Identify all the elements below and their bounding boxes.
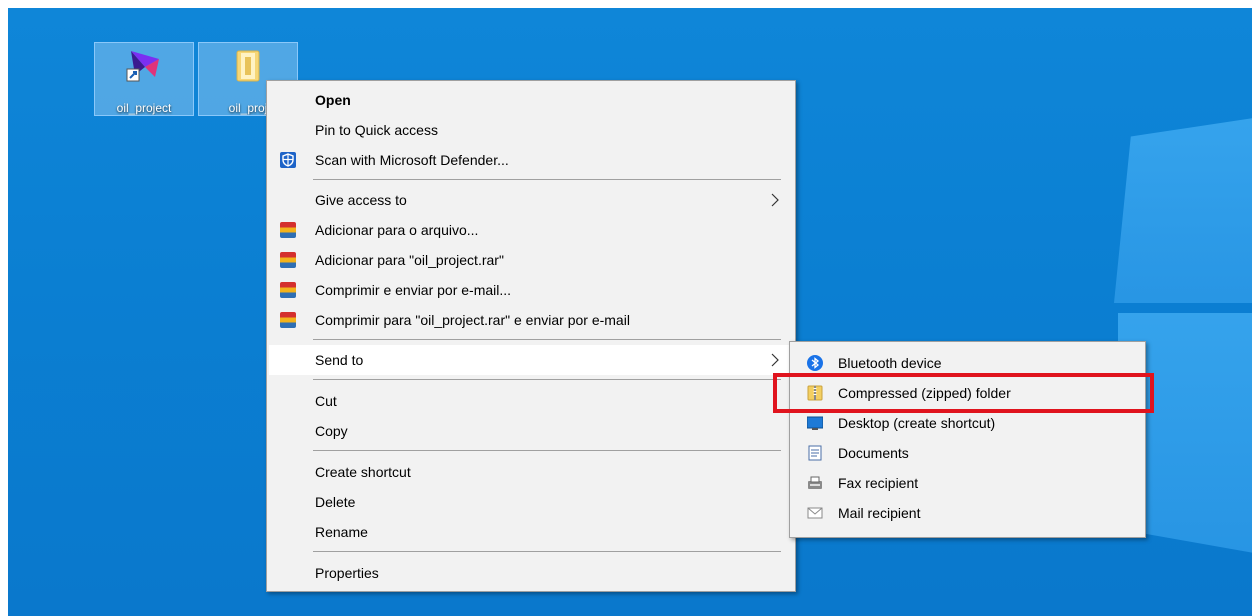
menu-item-label: Comprimir e enviar por e-mail... [315,282,512,298]
winrar-icon [280,282,296,298]
app-shortcut-icon [126,51,159,82]
menu-item-create-shortcut[interactable]: Create shortcut [269,457,793,487]
documents-icon [808,445,822,461]
menu-item-winrar-add-archive[interactable]: Adicionar para o arquivo... [269,215,793,245]
menu-item-open[interactable]: Open [269,85,793,115]
menu-separator [313,450,781,451]
menu-item-winrar-compress-named-email[interactable]: Comprimir para "oil_project.rar" e envia… [269,305,793,335]
menu-item-send-to[interactable]: Send to [269,345,793,375]
menu-item-cut[interactable]: Cut [269,386,793,416]
mail-icon [807,507,823,519]
highlight-annotation-box [773,373,1154,413]
menu-separator [313,551,781,552]
menu-item-copy[interactable]: Copy [269,416,793,446]
send-to-submenu: Bluetooth device Compressed (zipped) fol… [789,341,1146,538]
desktop-icon-label: oil_project [116,101,172,115]
submenu-item-fax[interactable]: Fax recipient [792,468,1143,498]
menu-item-winrar-compress-email[interactable]: Comprimir e enviar por e-mail... [269,275,793,305]
menu-item-label: Open [315,92,351,108]
menu-item-label: Adicionar para o arquivo... [315,222,479,238]
menu-item-label: Give access to [315,192,407,208]
bluetooth-icon [807,355,823,371]
menu-separator [313,379,781,380]
context-menu: Open Pin to Quick access Scan with Micro… [266,80,796,592]
submenu-item-label: Fax recipient [838,475,919,491]
menu-item-label: Create shortcut [315,464,411,480]
menu-item-give-access[interactable]: Give access to [269,185,793,215]
menu-item-label: Pin to Quick access [315,122,438,138]
menu-item-pin-quick-access[interactable]: Pin to Quick access [269,115,793,145]
menu-item-label: Comprimir para "oil_project.rar" e envia… [315,312,630,328]
menu-item-label: Cut [315,393,337,409]
chevron-right-icon [771,353,779,367]
windows-logo-pane [1114,118,1252,303]
menu-item-label: Delete [315,494,356,510]
menu-item-delete[interactable]: Delete [269,487,793,517]
submenu-item-label: Documents [838,445,909,461]
submenu-item-label: Mail recipient [838,505,921,521]
folder-icon [236,50,260,82]
menu-item-label: Rename [315,524,368,540]
defender-shield-icon [280,152,296,168]
menu-item-label: Scan with Microsoft Defender... [315,152,509,168]
desktop-icon-oil-project-shortcut[interactable]: oil_project [94,42,194,116]
winrar-icon [280,252,296,268]
chevron-right-icon [771,193,779,207]
desktop-icon [807,416,823,430]
submenu-item-mail[interactable]: Mail recipient [792,498,1143,528]
winrar-icon [280,312,296,328]
menu-item-label: Adicionar para "oil_project.rar" [315,252,504,268]
fax-icon [808,476,822,489]
submenu-item-documents[interactable]: Documents [792,438,1143,468]
winrar-icon [280,222,296,238]
menu-item-scan-defender[interactable]: Scan with Microsoft Defender... [269,145,793,175]
menu-item-label: Copy [315,423,348,439]
menu-item-properties[interactable]: Properties [269,558,793,588]
menu-separator [313,179,781,180]
menu-item-label: Send to [315,352,364,368]
menu-item-winrar-add-named[interactable]: Adicionar para "oil_project.rar" [269,245,793,275]
menu-item-rename[interactable]: Rename [269,517,793,547]
menu-item-label: Properties [315,565,379,581]
menu-separator [313,339,781,340]
